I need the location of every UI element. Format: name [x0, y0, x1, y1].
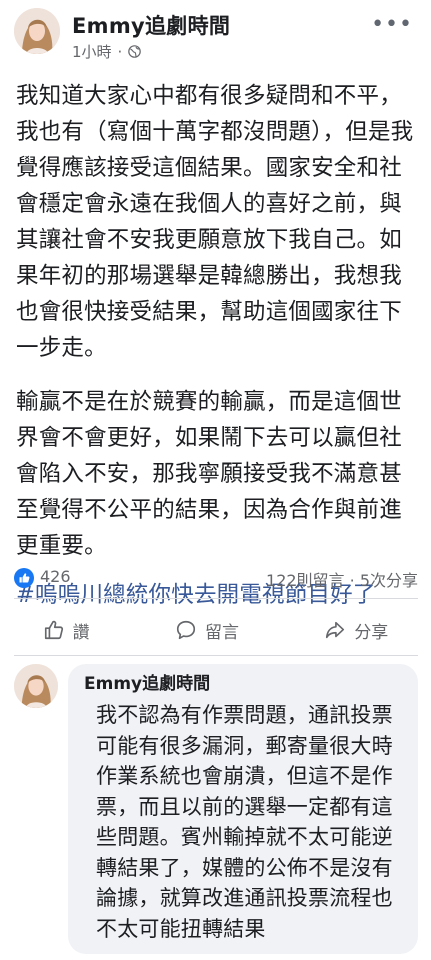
author-name[interactable]: Emmy追劇時間: [72, 10, 230, 40]
meta-separator: ·: [117, 42, 123, 61]
like-label: 讚: [72, 622, 90, 643]
thumbs-up-icon[interactable]: [14, 568, 34, 588]
action-bar: 讚 留言 分享: [0, 606, 431, 654]
post-paragraph: 輸贏不是在於競賽的輸贏，而是這個世界會不會更好，如果鬧下去可以贏但社會陷入不安，…: [16, 389, 402, 559]
share-button[interactable]: 分享: [312, 612, 400, 649]
globe-icon: [128, 45, 142, 58]
more-dots-icon[interactable]: •••: [371, 14, 413, 36]
post-paragraph: 我知道大家心中都有很多疑問和不平，我也有（寫個十萬字都沒問題），但是我覺得應該接…: [16, 83, 414, 361]
reaction-stats: 426 122則留言 · 5次分享: [14, 566, 418, 592]
author-avatar[interactable]: [14, 8, 60, 54]
thumbs-up-outline-icon: [44, 620, 63, 640]
comment-label: 留言: [204, 622, 239, 643]
share-arrow-icon: [326, 621, 345, 639]
like-button[interactable]: 讚: [31, 612, 102, 649]
comment-author-name[interactable]: Emmy追劇時間: [84, 672, 404, 696]
divider: [14, 598, 418, 599]
speech-bubble-icon: [176, 620, 196, 640]
comment-author-avatar[interactable]: [14, 664, 58, 708]
comment-bubble: Emmy追劇時間 我不認為有作票問題，通訊投票可能有很多漏洞，郵寄量很大時作業系…: [68, 664, 418, 954]
post-meta: 1小時 ·: [72, 41, 142, 62]
divider: [14, 655, 418, 656]
comment-button[interactable]: 留言: [163, 612, 251, 649]
post-body: 我知道大家心中都有很多疑問和不平，我也有（寫個十萬字都沒問題），但是我覺得應該接…: [16, 78, 418, 613]
post-time[interactable]: 1小時: [72, 41, 112, 62]
like-count[interactable]: 426: [40, 567, 71, 586]
comment-share-count[interactable]: 122則留言 · 5次分享: [266, 567, 418, 591]
post-header: Emmy追劇時間 1小時 · •••: [0, 0, 431, 72]
comment-text: 我不認為有作票問題，通訊投票可能有很多漏洞，郵寄量很大時作業系統也會崩潰，但這不…: [96, 703, 393, 941]
share-label: 分享: [354, 622, 389, 643]
